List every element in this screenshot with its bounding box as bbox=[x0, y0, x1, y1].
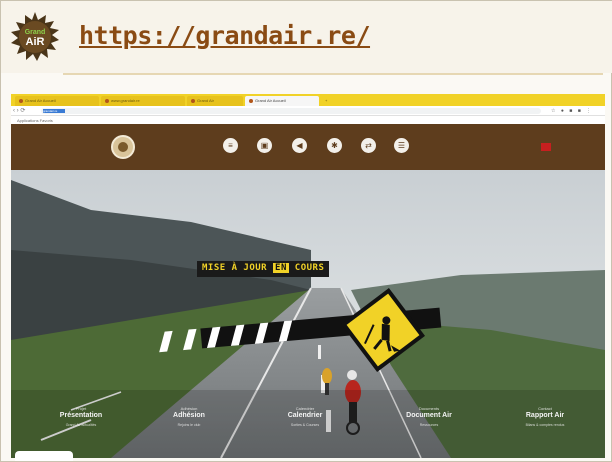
browser-tab-active[interactable]: Grand Air Accueil bbox=[245, 96, 319, 106]
slide-header: Grand AiR https://grandair.re/ bbox=[1, 1, 612, 75]
slide: Grand AiR https://grandair.re/ Grand Air… bbox=[0, 0, 612, 462]
document-icon[interactable]: ⇄ bbox=[361, 138, 376, 153]
quick-link-rapport[interactable]: Contact Rapport Air Bilans & comptes ren… bbox=[495, 406, 595, 427]
banner-text-part3: COURS bbox=[294, 263, 325, 273]
maintenance-banner: MISE À JOUR EN COURS bbox=[197, 261, 330, 277]
address-input[interactable]: grandair.re bbox=[41, 108, 541, 114]
megaphone-icon[interactable]: ◀ bbox=[292, 138, 307, 153]
grandair-logo: Grand AiR bbox=[11, 12, 59, 61]
quick-link-title: Calendrier bbox=[287, 412, 323, 419]
address-bar-row: ‹ › ⟳ grandair.re ☆ ● ■ ■ ⋮ bbox=[11, 106, 605, 116]
svg-text:Grand: Grand bbox=[25, 29, 46, 36]
corner-tab bbox=[15, 451, 73, 461]
quick-link-subtitle: Grand Air actualités bbox=[65, 423, 97, 427]
quick-link-adhesion[interactable]: Adhésion Adhésion Rejoins le club bbox=[139, 406, 239, 427]
calendar-icon[interactable]: ▣ bbox=[257, 138, 272, 153]
menu-icon[interactable]: ☰ bbox=[394, 138, 409, 153]
quick-link-kicker: Calendrier bbox=[295, 406, 315, 411]
browser-tab[interactable]: www.grandair.re bbox=[101, 96, 185, 106]
quick-link-presentation[interactable]: Projet Présentation Grand Air actualités bbox=[31, 406, 131, 427]
quick-link-subtitle: Sorties & Courses bbox=[290, 423, 320, 427]
quick-link-kicker: Adhésion bbox=[180, 406, 198, 411]
website-screenshot: Grand Air Accueil www.grandair.re Grand … bbox=[11, 94, 605, 458]
language-flag-icon[interactable] bbox=[541, 143, 551, 151]
quick-link-title: Rapport Air bbox=[525, 412, 565, 419]
nav-arrows-icon[interactable]: ‹ › ⟳ bbox=[13, 107, 25, 114]
banner-text-part1: MISE À JOUR bbox=[202, 263, 268, 273]
favicon-icon bbox=[105, 98, 109, 103]
favicon-icon bbox=[191, 98, 195, 103]
address-text: grandair.re bbox=[43, 109, 65, 113]
quick-link-subtitle: Rejoins le club bbox=[177, 423, 201, 427]
browser-tab[interactable]: Grand Air bbox=[187, 96, 243, 106]
quick-link-kicker: Documents bbox=[418, 406, 440, 411]
quick-link-subtitle: Ressources bbox=[419, 423, 439, 427]
url-title-link[interactable]: https://grandair.re/ bbox=[79, 21, 371, 50]
bottom-quick-links: Projet Présentation Grand Air actualités… bbox=[11, 406, 605, 446]
quick-link-title: Présentation bbox=[59, 412, 103, 419]
quick-link-document[interactable]: Documents Document Air Ressources bbox=[379, 406, 479, 427]
favicon-icon bbox=[19, 98, 23, 103]
bookmarks-bar[interactable]: Applications Favoris bbox=[11, 116, 605, 124]
header-divider bbox=[63, 73, 603, 75]
browser-tab-bar: Grand Air Accueil www.grandair.re Grand … bbox=[11, 94, 605, 106]
quick-link-title: Adhésion bbox=[173, 412, 205, 419]
site-logo-mark bbox=[118, 142, 128, 152]
quick-link-title: Document Air bbox=[406, 412, 452, 419]
home-icon[interactable]: ≡ bbox=[223, 138, 238, 153]
quick-link-calendrier[interactable]: Calendrier Calendrier Sorties & Courses bbox=[255, 406, 355, 427]
site-nav-bar: ≡ ▣ ◀ ✱ ⇄ ☰ bbox=[11, 124, 605, 170]
bike-icon[interactable]: ✱ bbox=[327, 138, 342, 153]
quick-link-kicker: Projet bbox=[75, 406, 87, 411]
svg-text:AiR: AiR bbox=[26, 36, 45, 48]
quick-link-kicker: Contact bbox=[538, 406, 552, 411]
browser-tab[interactable]: Grand Air Accueil bbox=[15, 96, 99, 106]
extension-icons[interactable]: ☆ ● ■ ■ ⋮ bbox=[551, 108, 593, 114]
favicon-icon bbox=[249, 98, 253, 103]
quick-link-subtitle: Bilans & comptes rendus bbox=[525, 423, 565, 427]
new-tab-button[interactable]: + bbox=[321, 96, 335, 106]
site-logo[interactable] bbox=[111, 135, 135, 159]
banner-text-part2: EN bbox=[273, 263, 289, 273]
